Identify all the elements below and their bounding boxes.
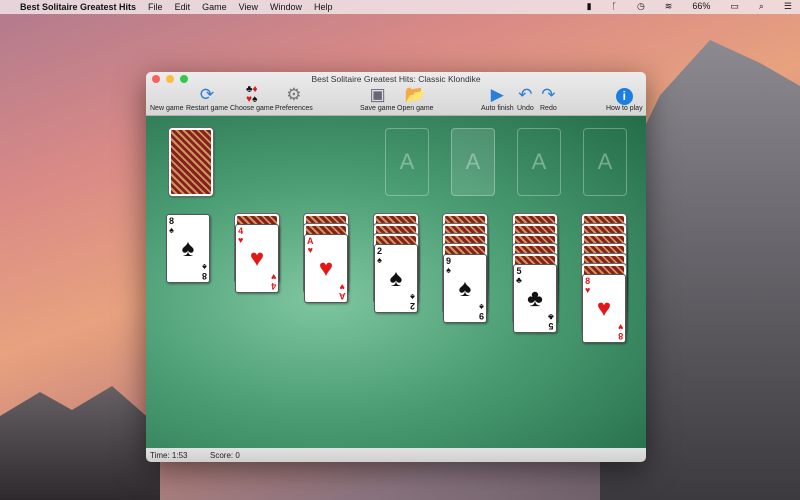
new-game-label: New game <box>150 105 184 112</box>
menu-view[interactable]: View <box>239 2 258 12</box>
foundation-2[interactable]: A <box>451 128 495 196</box>
auto-finish-label: Auto finish <box>481 105 514 112</box>
window-title: Best Solitaire Greatest Hits: Classic Kl… <box>311 74 481 84</box>
card-rank-bottom: 4 ♥ <box>270 272 276 291</box>
flux-icon[interactable]: ᚴ <box>612 1 617 12</box>
card-suit-pip: ♥ <box>318 254 334 282</box>
menu-app-name[interactable]: Best Solitaire Greatest Hits <box>20 2 136 12</box>
game-window: Best Solitaire Greatest Hits: Classic Kl… <box>146 72 646 462</box>
restart-game-label: Restart game <box>186 105 229 112</box>
undo-button[interactable]: ↶ Undo <box>517 85 534 112</box>
foundation-4[interactable]: A <box>583 128 627 196</box>
save-game-label: Save game <box>360 105 396 112</box>
tableau-card[interactable]: 5 ♣ ♣ 5 ♣ <box>513 264 557 333</box>
card-suit-pip: ♥ <box>596 294 612 322</box>
card-rank-bottom: 8 ♠ <box>201 262 207 281</box>
floppy-disk-icon: ▣ <box>369 85 386 104</box>
menu-help[interactable]: Help <box>314 2 333 12</box>
card-suit-pip: ♥ <box>249 244 265 272</box>
folder-icon: 📂 <box>404 85 426 104</box>
foundation-1[interactable]: A <box>385 128 429 196</box>
foundation-3[interactable]: A <box>517 128 561 196</box>
spotlight-search-icon[interactable]: ⌕ <box>759 1 764 12</box>
choose-game-button[interactable]: ♣♦ ♥♠ Choose game <box>230 84 274 113</box>
undo-icon: ↶ <box>518 85 533 104</box>
auto-finish-button[interactable]: ▶ Auto finish <box>481 85 514 112</box>
preferences-label: Preferences <box>275 105 313 112</box>
card-rank-bottom: 9 ♠ <box>478 302 484 321</box>
card-rank-bottom: 8 ♥ <box>617 322 623 341</box>
card-suit-pip: ♠ <box>458 274 472 302</box>
tableau-card[interactable]: 4 ♥ ♥ 4 ♥ <box>235 224 279 293</box>
play-icon: ▶ <box>490 85 504 104</box>
choose-game-label: Choose game <box>230 105 274 112</box>
tableau-card[interactable]: 9 ♠ ♠ 9 ♠ <box>443 254 487 323</box>
how-to-play-label: How to play <box>606 105 643 112</box>
menu-file[interactable]: File <box>148 2 163 12</box>
time-machine-icon[interactable]: ◷ <box>637 1 645 12</box>
card-suit-pip: ♠ <box>181 234 195 262</box>
open-game-button[interactable]: 📂 Open game <box>397 85 434 112</box>
time-display: Time: 1:53 <box>150 450 188 460</box>
status-bar: Time: 1:53 Score: 0 <box>146 448 646 462</box>
open-game-label: Open game <box>397 105 434 112</box>
menu-window[interactable]: Window <box>270 2 302 12</box>
card-rank-bottom: 2 ♠ <box>409 292 415 311</box>
undo-label: Undo <box>517 105 534 112</box>
save-game-button[interactable]: ▣ Save game <box>360 85 395 112</box>
stock-pile[interactable] <box>168 127 214 197</box>
refresh-icon: ⟳ <box>199 85 215 104</box>
title-bar: Best Solitaire Greatest Hits: Classic Kl… <box>146 72 646 116</box>
game-table: A A A A 8 ♠ ♠ 8 ♠ 4 ♥ ♥ 4 ♥ A ♥ ♥ A ♥ 2 ♠ ♠ 2 ♠ 9 ♠ ♠… <box>146 116 646 448</box>
gear-icon: ⚙ <box>286 85 302 104</box>
card-rank-bottom: 5 ♣ <box>548 312 554 331</box>
card-suit-pip: ♠ <box>389 264 403 292</box>
bookmark-icon[interactable]: ▮ <box>587 1 592 12</box>
menu-edit[interactable]: Edit <box>175 2 191 12</box>
tableau-card[interactable]: 8 ♥ ♥ 8 ♥ <box>582 274 626 343</box>
score-display: Score: 0 <box>210 450 240 460</box>
battery-percent[interactable]: 66% <box>692 1 710 12</box>
tableau-card[interactable]: 8 ♠ ♠ 8 ♠ <box>166 214 210 283</box>
menu-game[interactable]: Game <box>202 2 227 12</box>
restart-game-button[interactable]: ⟳ Restart game <box>186 85 228 112</box>
how-to-play-button[interactable]: i How to play <box>606 85 643 112</box>
tableau-card[interactable]: A ♥ ♥ A ♥ <box>304 234 348 303</box>
wifi-icon[interactable]: ≋ <box>665 1 673 12</box>
redo-icon: ↷ <box>541 85 556 104</box>
battery-icon[interactable]: ▭ <box>730 1 739 12</box>
tableau-card[interactable]: 2 ♠ ♠ 2 ♠ <box>374 244 418 313</box>
card-suits-icon: ♣♦ ♥♠ <box>245 84 258 105</box>
card-rank-bottom: A ♥ <box>338 282 346 301</box>
new-game-button[interactable]: New game <box>150 85 183 112</box>
card-suit-pip: ♣ <box>527 284 543 312</box>
menu-bar: Best Solitaire Greatest Hits File Edit G… <box>0 0 800 14</box>
notification-center-icon[interactable]: ☰ <box>784 1 792 12</box>
redo-label: Redo <box>540 105 557 112</box>
wallpaper-rocks <box>0 386 160 500</box>
redo-button[interactable]: ↷ Redo <box>540 85 557 112</box>
info-icon: i <box>615 85 633 105</box>
preferences-button[interactable]: ⚙ Preferences <box>275 85 313 112</box>
